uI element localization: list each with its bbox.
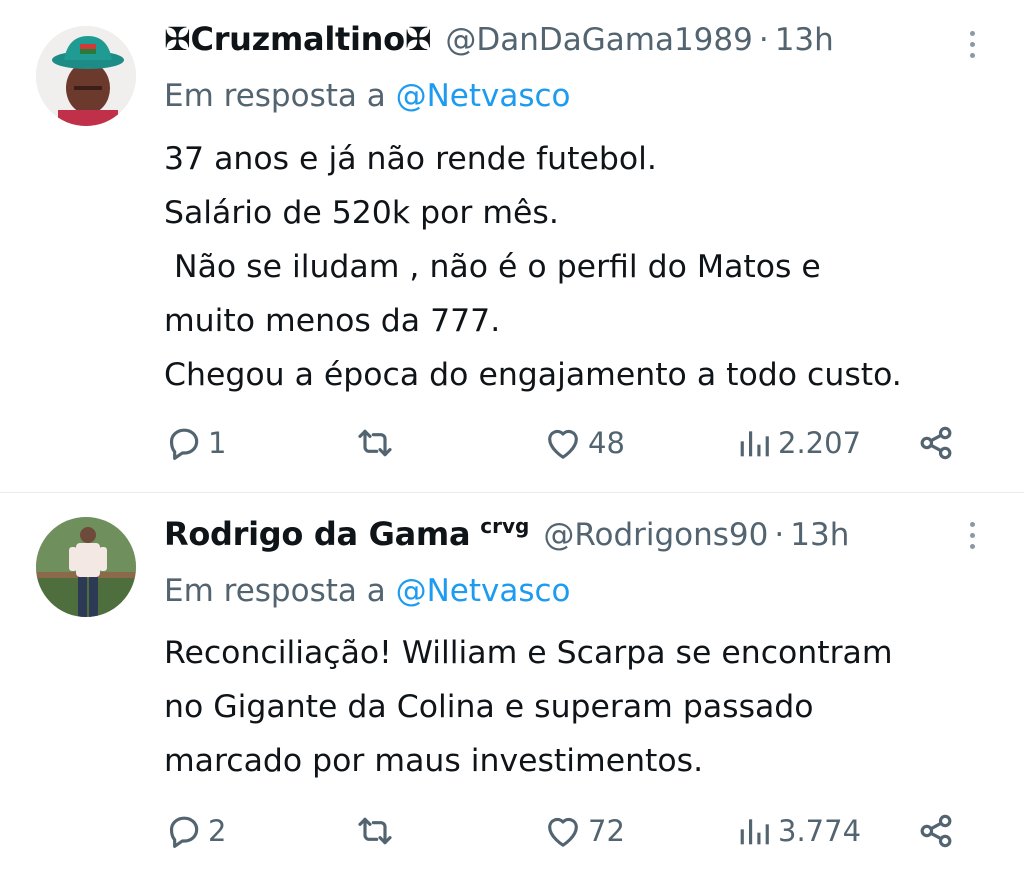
like-count: 48 [588,426,625,460]
timestamp[interactable]: 13h [790,517,849,553]
tweet-text-line: marcado por maus investimentos. [164,743,704,779]
tweet-text-line: Salário de 520k por mês. [164,195,559,231]
tweet-text: Reconciliação! William e Scarpa se encon… [164,626,994,788]
reply-mention-link[interactable]: @Netvasco [396,573,571,609]
tweet-text: 37 anos e já não rende futebol. Salário … [164,132,994,402]
views-button[interactable]: 2.207 [734,418,861,468]
separator-dot: · [758,22,769,58]
views-button[interactable]: 3.774 [734,806,861,856]
tweet[interactable]: ✠Cruzmaltino✠ @DanDaGama1989 · 13h Em re… [0,0,1024,492]
retweet-button[interactable] [354,418,396,468]
tweet-text-line: Não se iludam , não é o perfil do Matos … [164,249,821,285]
like-button[interactable]: 72 [542,806,625,856]
action-bar: 1 48 2.207 [164,418,964,468]
views-count: 3.774 [778,814,862,848]
views-icon [740,431,769,457]
share-button[interactable] [916,806,956,856]
tweet-text-line: no Gigante da Colina e superam passado [164,689,814,725]
reply-icon [169,816,199,848]
retweet-icon [358,817,392,845]
like-button[interactable]: 48 [542,418,625,468]
like-count: 72 [588,814,625,848]
views-icon [740,819,769,845]
tweet-text-line: muito menos da 777. [164,303,501,339]
tweet-header: Rodrigo da Gama crvg @Rodrigons90 · 13h [164,514,964,555]
retweet-icon [358,429,392,457]
avatar[interactable] [36,26,136,126]
reply-icon [169,428,199,460]
display-name[interactable]: Rodrigo da Gama [164,515,471,553]
tweet[interactable]: Rodrigo da Gama crvg @Rodrigons90 · 13h … [0,493,1024,881]
tweet-text-line: Reconciliação! William e Scarpa se encon… [164,635,893,671]
separator-dot: · [774,517,785,553]
reply-button[interactable]: 1 [164,418,226,468]
reply-mention-link[interactable]: @Netvasco [396,78,571,114]
share-icon [920,426,952,460]
reply-count: 1 [208,426,227,460]
reply-prefix: Em resposta a [164,573,386,609]
more-icon[interactable] [962,515,982,555]
name-suffix: crvg [480,514,530,538]
reply-context: Em resposta a @Netvasco [164,573,571,609]
avatar[interactable] [36,517,136,617]
like-icon [548,429,578,459]
display-name[interactable]: ✠Cruzmaltino✠ [164,20,432,58]
action-bar: 2 72 3.774 [164,806,964,856]
user-handle[interactable]: @Rodrigons90 [543,517,768,553]
user-handle[interactable]: @DanDaGama1989 [445,22,753,58]
like-icon [548,817,578,847]
tweet-text-line: 37 anos e já não rende futebol. [164,141,657,177]
retweet-button[interactable] [354,806,396,856]
reply-context: Em resposta a @Netvasco [164,78,571,114]
more-icon[interactable] [962,24,982,64]
share-icon [920,814,952,848]
tweet-header: ✠Cruzmaltino✠ @DanDaGama1989 · 13h [164,20,964,60]
timestamp[interactable]: 13h [775,22,834,58]
reply-button[interactable]: 2 [164,806,226,856]
tweet-text-line: Chegou a época do engajamento a todo cus… [164,357,902,393]
reply-count: 2 [208,814,227,848]
views-count: 2.207 [778,426,862,460]
reply-prefix: Em resposta a [164,78,386,114]
share-button[interactable] [916,418,956,468]
